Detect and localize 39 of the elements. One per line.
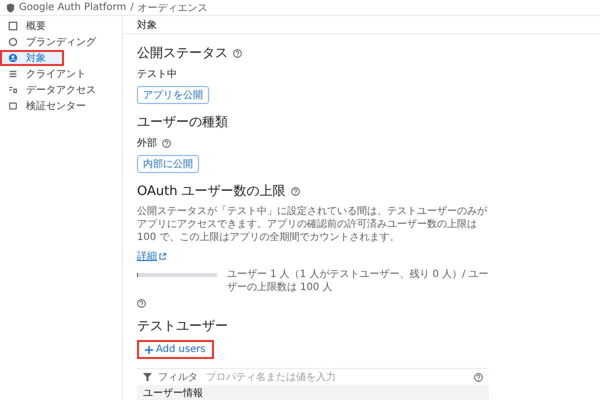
usage-reading: ユーザー 1 人（1 人がテストユーザー、残り 0 人）/ ユーザーの上限数は 100 人: [227, 268, 489, 294]
sidebar-item[interactable]: データアクセス: [0, 82, 122, 98]
column-header: ユーザー情報: [137, 385, 489, 400]
breadcrumb-link[interactable]: Google Auth Platform: [19, 2, 126, 13]
section-heading: OAuth ユーザー数の上限: [137, 183, 286, 200]
section-heading: 公開ステータス: [137, 45, 228, 62]
person-icon: [8, 53, 18, 63]
help-icon[interactable]: [474, 372, 483, 382]
badge-icon: [8, 101, 18, 111]
user-type-text: 外部: [137, 136, 157, 150]
square-icon: [8, 21, 18, 31]
circle-icon: [8, 37, 18, 47]
plus-icon: [145, 346, 153, 354]
filter-label: フィルタ: [158, 371, 198, 384]
add-users-button[interactable]: Add users: [137, 340, 214, 359]
breadcrumb-separator: /: [130, 2, 134, 13]
help-icon[interactable]: [137, 299, 146, 308]
list-icon: [8, 69, 18, 79]
details-link[interactable]: 詳細: [137, 249, 166, 263]
description-text: 公開ステータスが「テスト中」に設定されている間は、テストユーザーのみがアプリにアクセスできます。アプリの確認前の許可済みユーザー数の上限は 100 で、この上限はアプリの全期間でカウントされます。: [137, 205, 488, 244]
make-internal-button[interactable]: 内部に公開: [137, 155, 199, 173]
sidebar-item[interactable]: クライアント: [0, 66, 122, 82]
publish-app-button[interactable]: アプリを公開: [137, 86, 209, 104]
section-heading: テストユーザー: [137, 318, 228, 335]
help-icon[interactable]: [233, 48, 242, 58]
sidebar-item[interactable]: 対象: [0, 50, 64, 66]
filter-icon: [143, 373, 152, 381]
section-heading: ユーザーの種類: [137, 114, 228, 131]
page-title: 対象: [137, 18, 157, 32]
shield-icon: [6, 2, 15, 12]
status-text: テスト中: [137, 68, 177, 81]
sidebar-item[interactable]: ブランディング: [0, 34, 122, 50]
help-icon[interactable]: [290, 186, 300, 196]
data-icon: [8, 85, 18, 95]
external-link-icon: [159, 252, 166, 260]
help-icon[interactable]: [162, 138, 171, 148]
sidebar-item[interactable]: 検証センター: [0, 98, 122, 114]
sidebar-item[interactable]: 概要: [0, 18, 122, 34]
breadcrumb-current: オーディエンス: [138, 2, 208, 14]
